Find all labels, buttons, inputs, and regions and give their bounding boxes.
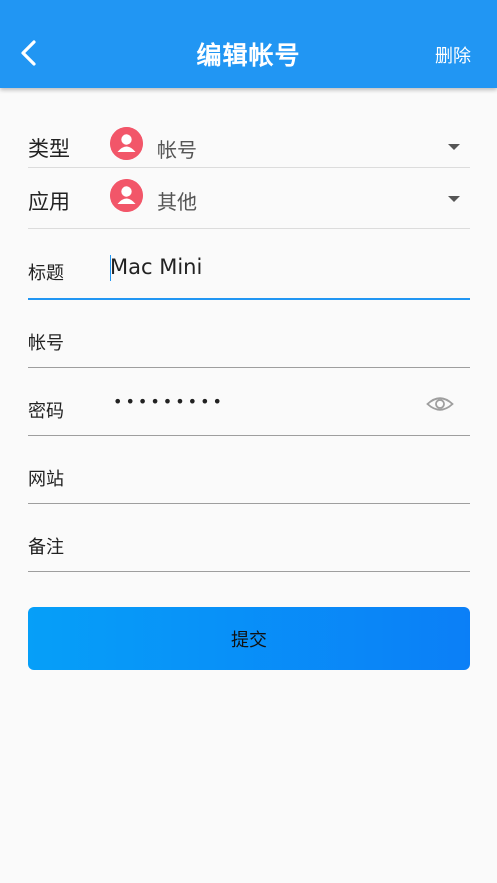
eye-icon[interactable] [426,394,454,414]
app-value: 其他 [157,190,197,214]
dropdown-caret-icon [448,144,460,150]
delete-button[interactable]: 删除 [435,42,471,68]
user-avatar-icon [110,127,143,160]
type-label: 类型 [28,137,70,161]
page-title: 编辑帐号 [196,41,301,70]
password-field: 密码 ••••••••• [28,368,470,436]
account-field: 帐号 [28,300,470,368]
password-label: 密码 [28,401,64,422]
account-input[interactable] [110,325,420,353]
title-input[interactable] [110,253,420,281]
note-label: 备注 [28,537,64,558]
website-input[interactable] [110,461,420,489]
note-input[interactable] [110,529,420,557]
note-field: 备注 [28,504,470,572]
title-label: 标题 [28,263,64,284]
app-label: 应用 [28,190,70,214]
submit-button[interactable]: 提交 [28,607,470,670]
website-label: 网站 [28,469,64,490]
type-value: 帐号 [157,138,197,162]
title-field: 标题 [28,229,470,300]
account-form: 类型 帐号 应用 其他 标题 帐号 密码 ••••••••• [28,88,470,572]
app-bar: 编辑帐号 删除 [0,0,497,88]
user-avatar-icon [110,179,143,212]
type-select[interactable]: 类型 帐号 [28,88,470,168]
dropdown-caret-icon [448,196,460,202]
password-input[interactable]: ••••••••• [113,392,225,411]
account-label: 帐号 [28,333,64,354]
website-field: 网站 [28,436,470,504]
app-select[interactable]: 应用 其他 [28,168,470,229]
